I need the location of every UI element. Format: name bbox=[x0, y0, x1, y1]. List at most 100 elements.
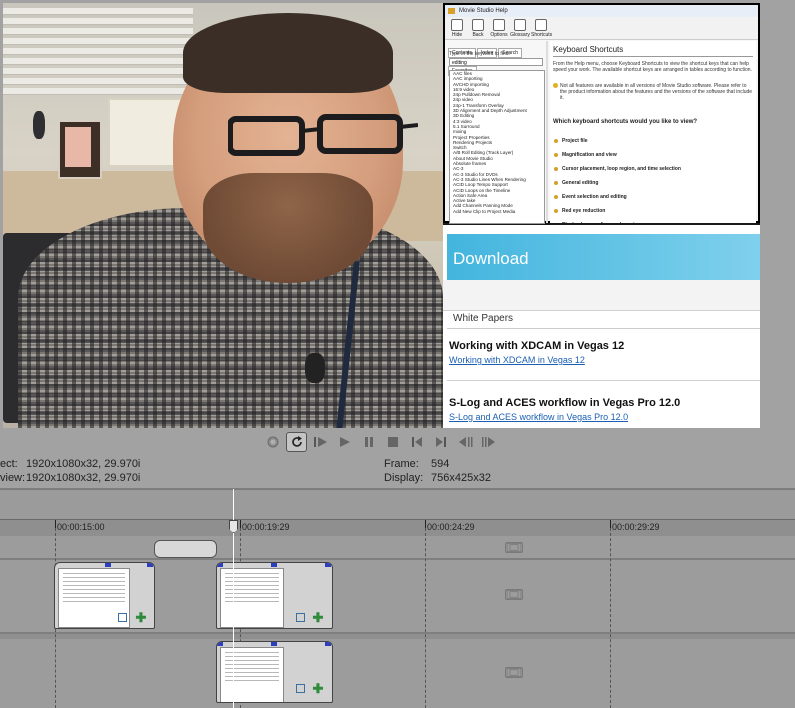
help-content-pane: Keyboard Shortcuts From the Help menu, c… bbox=[550, 41, 756, 223]
help-index-list[interactable]: AAC files AAC importing AVCHD importing 16:… bbox=[449, 70, 545, 224]
options-button[interactable]: Options bbox=[489, 17, 509, 39]
hair bbox=[183, 13, 393, 93]
frame-label: Frame: bbox=[384, 458, 419, 470]
hide-button[interactable]: Hide bbox=[447, 17, 467, 39]
clip-marker bbox=[271, 642, 277, 646]
window-blind bbox=[3, 28, 193, 35]
download-label: Download bbox=[453, 249, 529, 268]
pause-icon bbox=[364, 437, 373, 447]
web-topbar bbox=[443, 225, 760, 233]
window-blind bbox=[3, 78, 193, 85]
shortcut-category-link[interactable]: General editing bbox=[553, 176, 753, 190]
ruler-tick-label: 00:00:24:29 bbox=[427, 522, 475, 532]
article-link[interactable]: S-Log and ACES workflow in Vegas Pro 12.… bbox=[449, 412, 628, 422]
ruler-tick-label: 00:00:29:29 bbox=[612, 522, 660, 532]
beard bbox=[203, 173, 373, 283]
event-pan-crop-icon[interactable]: ✚ bbox=[312, 611, 324, 624]
web-page-panel: Download White Papers Working with XDCAM… bbox=[443, 225, 760, 428]
keyword-input[interactable]: editing bbox=[449, 58, 543, 66]
loop-region-event[interactable] bbox=[154, 540, 217, 558]
window-blind bbox=[3, 58, 193, 65]
video-event[interactable]: ✚ bbox=[54, 562, 155, 629]
shortcut-category-link[interactable]: Project file bbox=[553, 134, 753, 148]
divider bbox=[447, 328, 760, 329]
help-tabs: ContentsIndexSearchFavorites bbox=[448, 41, 548, 76]
record-icon bbox=[267, 436, 278, 448]
play-from-start-button[interactable] bbox=[310, 432, 331, 452]
webcam-video bbox=[3, 3, 443, 428]
glasses bbox=[228, 114, 418, 156]
go-to-end-icon bbox=[435, 437, 446, 447]
figurine bbox=[33, 111, 45, 139]
marker-bar[interactable] bbox=[0, 489, 795, 520]
ruler-tick bbox=[240, 520, 241, 528]
ruler-tick bbox=[610, 520, 611, 528]
stop-button[interactable] bbox=[382, 432, 403, 452]
shortcut-category-link[interactable]: Event selection and editing bbox=[553, 190, 753, 204]
previous-frame-button[interactable] bbox=[454, 432, 475, 452]
ruler-tick-label: 00:00:15:00 bbox=[57, 522, 105, 532]
shortcut-category-link[interactable]: Playback, recording, and preview bbox=[553, 218, 753, 223]
article-link[interactable]: Working with XDCAM in Vegas 12 bbox=[449, 355, 585, 365]
index-item[interactable]: Add New Clip to Project Media bbox=[450, 209, 544, 214]
display-label: Display: bbox=[384, 472, 424, 484]
shortcut-category-link[interactable]: Magnification and view bbox=[553, 148, 753, 162]
clip-marker bbox=[325, 563, 331, 567]
ruler-tick bbox=[55, 520, 56, 528]
record-button[interactable] bbox=[262, 432, 283, 452]
help-paragraph: From the Help menu, choose Keyboard Shor… bbox=[553, 61, 752, 73]
clip-thumbnail bbox=[220, 647, 284, 702]
next-frame-button[interactable] bbox=[478, 432, 499, 452]
grid-line bbox=[425, 528, 426, 708]
article-title: S-Log and ACES workflow in Vegas Pro 12.… bbox=[449, 397, 681, 409]
shortcut-category-link[interactable]: Cursor placement, loop region, and time … bbox=[553, 162, 753, 176]
glossary-button[interactable]: Glossary bbox=[510, 17, 530, 39]
event-fx-icon[interactable] bbox=[296, 684, 305, 693]
event-fx-icon[interactable] bbox=[296, 613, 305, 622]
track-text[interactable] bbox=[0, 536, 795, 558]
window-blind bbox=[3, 38, 193, 45]
event-pan-crop-icon[interactable]: ✚ bbox=[135, 611, 147, 624]
track-separator bbox=[0, 632, 795, 634]
previous-frame-icon bbox=[458, 437, 472, 447]
play-icon bbox=[339, 437, 350, 447]
help-question: Which keyboard shortcuts would you like … bbox=[553, 119, 698, 125]
preview-value: 1920x1080x32, 29.970i bbox=[26, 472, 141, 484]
clip-marker bbox=[147, 563, 153, 567]
glossary-icon bbox=[514, 19, 526, 31]
loop-icon bbox=[291, 436, 302, 447]
photo bbox=[65, 127, 91, 167]
film-strip-icon bbox=[505, 542, 523, 553]
help-app-icon bbox=[448, 8, 455, 14]
event-pan-crop-icon[interactable]: ✚ bbox=[312, 682, 324, 695]
help-splitter[interactable] bbox=[546, 41, 548, 223]
help-links: Project file Magnification and view Cursor… bbox=[553, 134, 753, 223]
project-value: 1920x1080x32, 29.970i bbox=[26, 458, 141, 470]
go-to-end-button[interactable] bbox=[430, 432, 451, 452]
event-fx-icon[interactable] bbox=[118, 613, 127, 622]
help-heading: Keyboard Shortcuts bbox=[553, 45, 624, 54]
shortcut-category-link[interactable]: Red eye reduction bbox=[553, 204, 753, 218]
display-value: 756x425x32 bbox=[431, 472, 491, 484]
back-icon bbox=[472, 19, 484, 31]
keyword-label: Type in the keyword to find: bbox=[449, 51, 510, 57]
divider bbox=[447, 380, 760, 381]
preview-label: view: bbox=[0, 472, 26, 484]
help-window: Movie Studio Help Hide Back Options Glos… bbox=[443, 3, 760, 224]
window-blind bbox=[3, 68, 193, 75]
ruler-tick bbox=[425, 520, 426, 528]
play-button[interactable] bbox=[334, 432, 355, 452]
shortcuts-button[interactable]: Shortcuts bbox=[531, 17, 552, 39]
pause-button[interactable] bbox=[358, 432, 379, 452]
track-video-2[interactable] bbox=[0, 639, 795, 708]
loop-playback-button[interactable] bbox=[286, 432, 307, 452]
next-frame-icon bbox=[481, 437, 495, 447]
film-strip-icon bbox=[505, 589, 523, 600]
hide-icon bbox=[451, 19, 463, 31]
back-button[interactable]: Back bbox=[468, 17, 488, 39]
go-to-start-button[interactable] bbox=[406, 432, 427, 452]
grid-line bbox=[610, 528, 611, 708]
timeline[interactable]: 00:00:15:00 00:00:19:29 00:00:24:29 00:0… bbox=[0, 489, 795, 708]
clip-marker bbox=[271, 563, 277, 567]
divider bbox=[553, 56, 753, 57]
